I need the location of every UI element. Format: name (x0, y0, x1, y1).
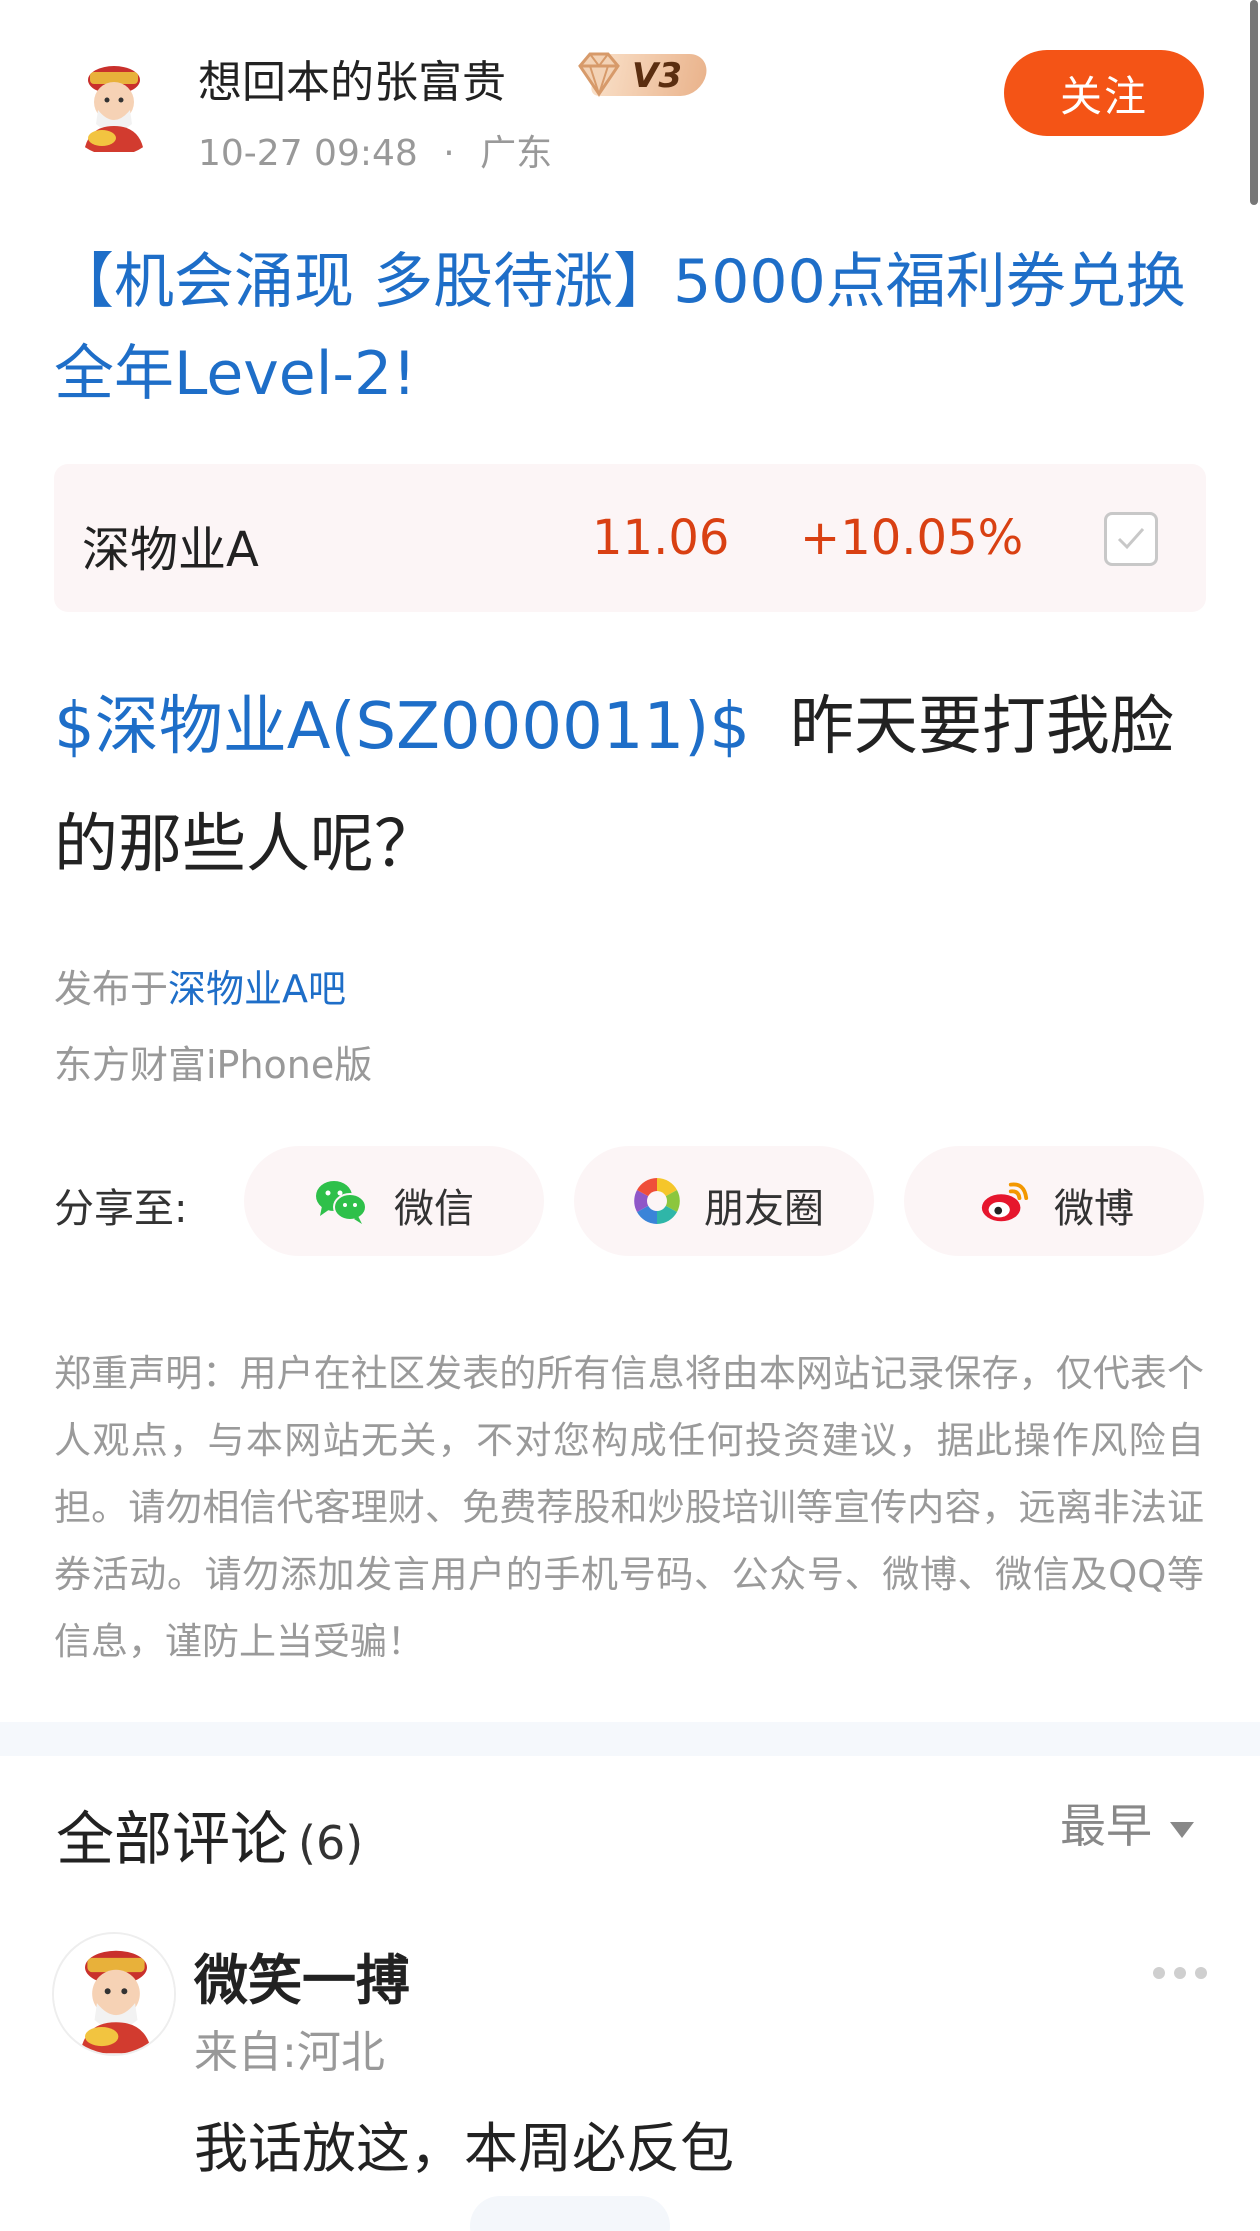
stock-mention-link[interactable]: $深物业A(SZ000011)$ (54, 690, 750, 764)
watchlist-checkbox[interactable] (1104, 512, 1158, 566)
stock-change: +10.05% (800, 510, 1024, 566)
more-options-icon[interactable] (1152, 1966, 1208, 1980)
post-title[interactable]: 【机会涌现 多股待涨】5000点福利券兑换全年Level-2! (54, 236, 1214, 420)
reply-preview-pill (470, 2196, 670, 2231)
published-prefix: 发布于 (54, 967, 169, 1011)
post-time: 10-27 09:48 (198, 133, 418, 174)
vip-level: V3 (632, 56, 682, 96)
client-source: 东方财富iPhone版 (54, 1043, 373, 1087)
author-name[interactable]: 想回本的张富贵 (198, 46, 506, 110)
share-moments-label: 朋友圈 (704, 1186, 824, 1232)
share-weibo-label: 微博 (1054, 1186, 1134, 1232)
follow-button[interactable]: 关注 (1004, 50, 1204, 136)
checkmark-icon (1117, 528, 1145, 550)
comments-title: 全部评论 (56, 1805, 289, 1873)
post-header: 想回本的张富贵 V3 10-27 09:48 · 广东 关注 (0, 0, 1260, 200)
commenter-name[interactable]: 微笑一搏 (194, 1936, 410, 2015)
moments-icon (634, 1178, 680, 1224)
comments-header: 全部评论 (6) (56, 1792, 363, 1876)
stock-price: 11.06 (592, 510, 730, 566)
share-wechat-label: 微信 (394, 1186, 474, 1232)
weibo-icon (981, 1182, 1029, 1222)
post-detail-page: 想回本的张富贵 V3 10-27 09:48 · 广东 关注 【机会涌现 多股待… (0, 0, 1260, 2231)
author-avatar[interactable] (62, 52, 166, 156)
share-wechat-button[interactable]: 微信 (244, 1146, 544, 1256)
comment-text[interactable]: 我话放这，本周必反包 (194, 2104, 734, 2183)
vip-badge: V3 (572, 48, 711, 102)
stock-name: 深物业A (82, 522, 259, 578)
post-meta: 10-27 09:48 · 广东 (198, 124, 552, 176)
share-moments-button[interactable]: 朋友圈 (574, 1146, 874, 1256)
share-weibo-button[interactable]: 微博 (904, 1146, 1204, 1256)
published-in: 发布于深物业A吧 (54, 958, 346, 1013)
share-label: 分享至: (54, 1186, 188, 1232)
forum-link[interactable]: 深物业A吧 (168, 967, 346, 1011)
comments-count: (6) (298, 1816, 364, 1870)
section-divider (0, 1722, 1260, 1756)
wechat-icon (316, 1181, 367, 1224)
comment-sort-dropdown[interactable]: 最早 (1060, 1790, 1194, 1856)
post-location: 广东 (480, 133, 553, 174)
scrollbar[interactable] (1250, 0, 1258, 205)
commenter-avatar[interactable] (52, 1932, 176, 2056)
meta-separator: · (443, 133, 455, 174)
caret-down-icon (1170, 1821, 1194, 1838)
post-body: $深物业A(SZ000011)$ 昨天要打我脸的那些人呢？ (54, 668, 1214, 904)
stock-quote-card[interactable]: 深物业A 11.06 +10.05% (54, 464, 1206, 612)
commenter-location: 来自:河北 (194, 2027, 385, 2078)
legal-disclaimer: 郑重声明：用户在社区发表的所有信息将由本网站记录保存，仅代表个人观点，与本网站无… (54, 1352, 1204, 1663)
sort-label: 最早 (1060, 1799, 1152, 1853)
diamond-icon (578, 52, 620, 98)
